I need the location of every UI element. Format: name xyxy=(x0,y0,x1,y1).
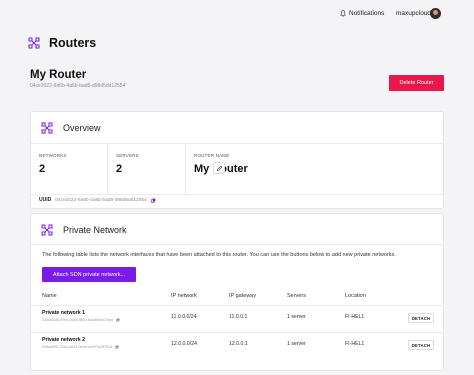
ip-network: 12.0.0.0/24 xyxy=(171,341,197,347)
router-name-heading: My Router xyxy=(30,69,87,81)
detach-button[interactable]: DETACH xyxy=(408,313,434,323)
servers-count: 1 server xyxy=(287,314,306,320)
ip-network: 11.0.0.0/24 xyxy=(171,314,197,320)
overview-title: Overview xyxy=(63,123,101,133)
private-network-card: Private Network The following table list… xyxy=(30,213,444,371)
pencil-icon xyxy=(216,165,222,171)
username[interactable]: maxupcloud xyxy=(396,10,431,17)
column-header-ip-gateway: IP gateway xyxy=(229,293,257,299)
table-row: Private network 2 035d89f3-72a0-4023-9b4… xyxy=(31,333,443,358)
networks-value: 2 xyxy=(39,163,46,175)
divider xyxy=(31,194,443,195)
network-name[interactable]: Private network 1 xyxy=(42,310,85,316)
private-network-header: Private Network xyxy=(41,224,127,236)
copy-icon[interactable] xyxy=(116,318,120,322)
network-uuid-value: 035d89f3-72a0-4023-9b4b-de979c6f7516 xyxy=(42,345,113,349)
notifications-link[interactable]: Notifications xyxy=(340,10,384,17)
overview-card: Overview NETWORKS 2 SERVERS 2 ROUTER NAM… xyxy=(30,111,444,209)
ip-gateway: 12.0.0.1 xyxy=(229,341,248,347)
servers-value: 2 xyxy=(116,163,123,175)
router-nodes-icon xyxy=(28,37,40,49)
bell-icon xyxy=(340,10,346,17)
router-name-label: ROUTER NAME xyxy=(194,153,230,158)
column-header-servers: Servers xyxy=(287,293,306,299)
column-header-location: Location xyxy=(345,293,366,299)
network-uuid: 035d61d6-57bc-4c46-9f60-6dc890ea7da4 xyxy=(42,318,120,322)
uuid-row: UUID 04ce2022-9a6b-4a6b-bad6-d98d5dd1255… xyxy=(39,197,156,203)
avatar[interactable] xyxy=(430,8,441,19)
router-nodes-icon xyxy=(41,122,53,134)
page-header: Routers xyxy=(28,36,96,50)
router-nodes-icon xyxy=(41,224,53,236)
private-network-title: Private Network xyxy=(63,225,127,235)
divider xyxy=(31,244,443,245)
private-network-description: The following table lists the network in… xyxy=(42,252,396,258)
detach-button[interactable]: DETACH xyxy=(408,340,434,350)
copy-icon[interactable] xyxy=(150,198,156,203)
top-bar: Notifications maxupcloud xyxy=(0,0,474,30)
attach-sdn-network-button[interactable]: Attach SDN private network... xyxy=(42,267,136,282)
servers-label: SERVERS xyxy=(116,153,139,158)
uuid-value: 04ce2022-9a6b-4a6b-bad6-d98d5dd12554 xyxy=(55,197,147,203)
network-uuid: 035d89f3-72a0-4023-9b4b-de979c6f7516 xyxy=(42,345,119,349)
page-title: Routers xyxy=(49,36,97,50)
table-row: Private network 1 035d61d6-57bc-4c46-9f6… xyxy=(31,306,443,331)
network-uuid-value: 035d61d6-57bc-4c46-9f60-6dc890ea7da4 xyxy=(42,318,113,322)
column-header-name: Name xyxy=(42,293,57,299)
location: FI-HEL1 xyxy=(345,341,365,347)
servers-count: 1 server xyxy=(287,341,306,347)
router-id: 04ce2022-9a6b-4a6b-bad6-d98d5dd12554 xyxy=(30,83,126,89)
delete-router-button[interactable]: Delete Router xyxy=(389,75,444,91)
location: FI-HEL1 xyxy=(345,314,365,320)
column-header-ip-network: IP network xyxy=(171,293,197,299)
network-name[interactable]: Private network 2 xyxy=(42,337,85,343)
ip-gateway: 11.0.0.1 xyxy=(229,314,248,320)
networks-stat: NETWORKS 2 xyxy=(31,144,108,194)
networks-label: NETWORKS xyxy=(39,153,67,158)
servers-stat: SERVERS 2 xyxy=(108,144,186,194)
uuid-label: UUID xyxy=(39,197,52,203)
copy-icon[interactable] xyxy=(115,345,119,349)
notifications-label: Notifications xyxy=(349,10,385,17)
edit-router-name-button[interactable] xyxy=(213,162,225,174)
overview-header: Overview xyxy=(41,122,101,134)
